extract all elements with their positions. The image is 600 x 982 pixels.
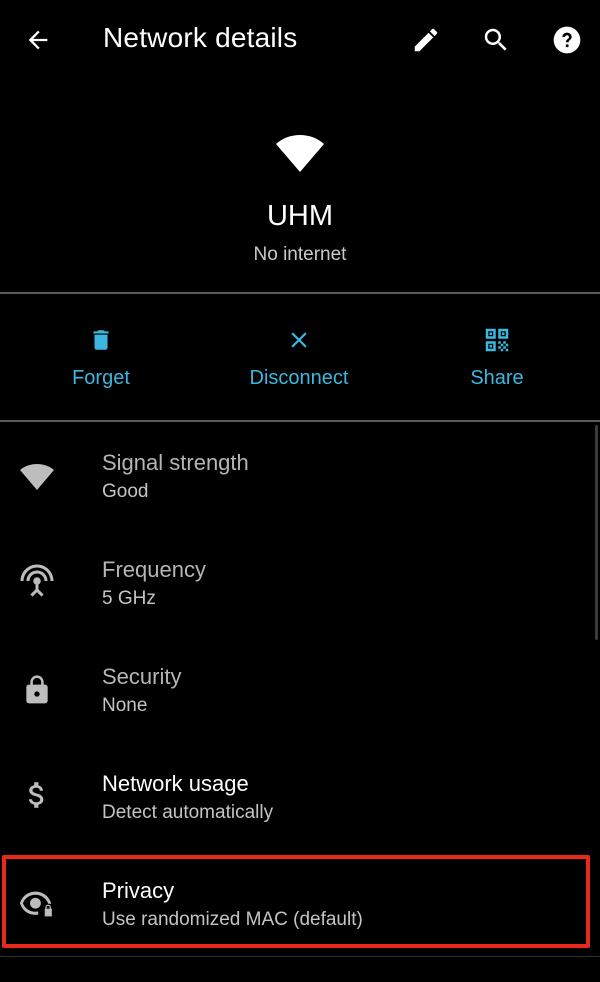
network-usage-value: Detect automatically bbox=[102, 802, 274, 823]
trash-icon bbox=[88, 318, 114, 362]
forget-button[interactable]: Forget bbox=[11, 318, 191, 404]
qr-code-icon bbox=[482, 318, 512, 362]
network-usage-row[interactable]: Network usage Detect automatically bbox=[0, 751, 600, 858]
disconnect-button[interactable]: Disconnect bbox=[209, 318, 389, 404]
signal-strength-row[interactable]: Signal strength Good bbox=[0, 430, 600, 537]
close-icon bbox=[286, 318, 312, 362]
security-value: None bbox=[102, 695, 148, 716]
signal-strength-title: Signal strength bbox=[102, 450, 249, 475]
frequency-value: 5 GHz bbox=[102, 588, 156, 609]
divider bbox=[0, 292, 600, 294]
signal-strength-value: Good bbox=[102, 481, 149, 502]
wifi-icon bbox=[275, 132, 325, 174]
share-label: Share bbox=[470, 367, 524, 389]
wifi-signal-icon bbox=[17, 456, 57, 496]
app-bar: Network details bbox=[0, 0, 600, 82]
disconnect-label: Disconnect bbox=[249, 367, 349, 389]
pencil-icon[interactable] bbox=[406, 20, 446, 60]
security-row[interactable]: Security None bbox=[0, 644, 600, 751]
divider bbox=[0, 420, 600, 422]
divider bbox=[0, 956, 600, 957]
network-status: No internet bbox=[253, 244, 347, 265]
network-usage-title: Network usage bbox=[102, 771, 249, 796]
dollar-icon bbox=[17, 775, 57, 815]
help-circle-icon[interactable] bbox=[547, 20, 587, 60]
frequency-title: Frequency bbox=[102, 557, 206, 582]
scrollbar[interactable] bbox=[595, 425, 598, 640]
arrow-back-icon[interactable] bbox=[18, 20, 58, 60]
privacy-highlight-box bbox=[2, 855, 590, 948]
search-icon[interactable] bbox=[476, 20, 516, 60]
security-title: Security bbox=[102, 664, 182, 689]
share-button[interactable]: Share bbox=[407, 318, 587, 404]
forget-label: Forget bbox=[72, 367, 130, 389]
lock-icon bbox=[17, 670, 57, 710]
frequency-row[interactable]: Frequency 5 GHz bbox=[0, 537, 600, 644]
antenna-icon bbox=[17, 561, 57, 601]
page-title: Network details bbox=[103, 22, 298, 53]
network-name: UHM bbox=[266, 200, 334, 232]
